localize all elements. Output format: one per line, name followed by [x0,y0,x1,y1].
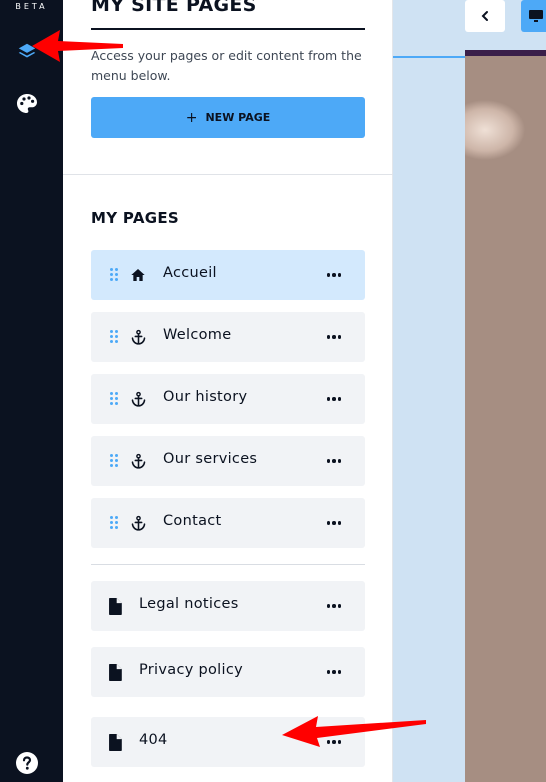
drag-handle-icon[interactable] [110,454,119,468]
page-label: Accueil [163,265,217,281]
page-item-our-history[interactable]: Our history [91,374,365,424]
drag-handle-icon[interactable] [110,392,119,406]
file-icon [106,733,124,751]
new-page-label: NEW PAGE [205,111,271,124]
page-item-privacy-policy[interactable]: Privacy policy [91,647,365,697]
anchor-icon [129,328,147,346]
design-button[interactable] [13,90,41,118]
anchor-icon [129,390,147,408]
desktop-view-button[interactable] [521,0,546,32]
drag-handle-icon[interactable] [110,516,119,530]
page-label: Privacy policy [139,662,243,678]
page-label: Legal notices [139,596,239,612]
anchor-icon [129,452,147,470]
chevron-left-icon [481,11,488,21]
anchor-icon [129,514,147,532]
more-options-icon[interactable] [325,663,343,681]
title-underline [91,28,365,30]
monitor-icon [529,10,543,22]
drag-handle-icon[interactable] [110,268,119,282]
more-options-icon[interactable] [325,390,343,408]
plus-icon: + [185,109,198,126]
page-item-contact[interactable]: Contact [91,498,365,548]
section-title: MY PAGES [91,209,179,227]
page-item-accueil[interactable]: Accueil [91,250,365,300]
panel-title: MY SITE PAGES [91,0,257,16]
beta-label: BETA [15,2,48,11]
page-label: 404 [139,732,168,748]
page-item-welcome[interactable]: Welcome [91,312,365,362]
section-divider [63,174,393,175]
drag-handle-icon[interactable] [110,330,119,344]
page-label: Contact [163,513,222,529]
page-label: Our history [163,389,248,405]
annotation-arrow-icon [282,716,426,747]
new-page-button[interactable]: + NEW PAGE [91,97,365,138]
more-options-icon[interactable] [325,266,343,284]
more-options-icon[interactable] [325,597,343,615]
file-icon [106,597,124,615]
list-divider [91,564,365,565]
site-preview-image [465,50,546,782]
home-icon [129,266,147,284]
annotation-arrow-icon [32,30,123,62]
more-options-icon[interactable] [325,514,343,532]
panel-description: Access your pages or edit content from t… [91,48,362,83]
page-label: Welcome [163,327,232,343]
palette-icon [17,94,37,113]
left-rail: BETA [0,0,63,782]
preview-header-strip [465,50,546,56]
file-icon [106,663,124,681]
back-button[interactable] [465,0,505,32]
pages-panel: MY SITE PAGES Access your pages or edit … [63,0,393,782]
page-item-our-services[interactable]: Our services [91,436,365,486]
page-item-legal-notices[interactable]: Legal notices [91,581,365,631]
help-button[interactable] [13,749,41,777]
page-label: Our services [163,451,258,467]
help-icon [16,752,38,774]
more-options-icon[interactable] [325,328,343,346]
more-options-icon[interactable] [325,452,343,470]
